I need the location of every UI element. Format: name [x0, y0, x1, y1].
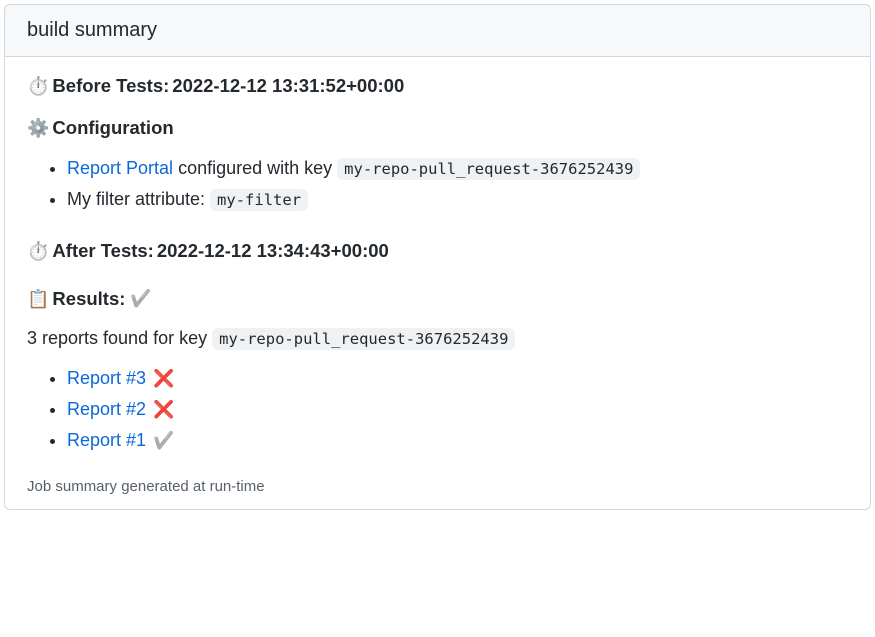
panel-body: ⏱️ Before Tests: 2022-12-12 13:31:52+00:…: [5, 57, 870, 509]
report-link[interactable]: Report #1: [67, 430, 146, 450]
check-icon: ✔️: [130, 289, 151, 309]
found-prefix: 3 reports found for key: [27, 328, 212, 348]
stopwatch-icon: ⏱️: [27, 77, 49, 95]
list-item: Report Portal configured with key my-rep…: [67, 153, 848, 184]
report-link[interactable]: Report #3: [67, 368, 146, 388]
report-portal-link[interactable]: Report Portal: [67, 158, 173, 178]
gear-icon: ⚙️: [27, 119, 49, 137]
cross-icon: ❌: [153, 365, 174, 394]
build-summary-panel: build summary ⏱️ Before Tests: 2022-12-1…: [4, 4, 871, 510]
after-tests-label: After Tests:: [52, 240, 153, 262]
list-item: Report #2 ❌: [67, 394, 848, 425]
before-tests-label: Before Tests:: [52, 75, 169, 97]
check-icon: ✔️: [153, 427, 174, 456]
list-item: My filter attribute: my-filter: [67, 184, 848, 215]
report-link[interactable]: Report #2: [67, 399, 146, 419]
before-tests-timestamp: 2022-12-12 13:31:52+00:00: [172, 75, 404, 97]
results-found-text: 3 reports found for key my-repo-pull_req…: [27, 328, 848, 349]
results-heading: 📋 Results: ✔️: [27, 288, 848, 310]
clipboard-icon: 📋: [27, 290, 49, 308]
after-tests-heading: ⏱️ After Tests: 2022-12-12 13:34:43+00:0…: [27, 240, 848, 262]
results-label: Results:: [52, 288, 125, 310]
config-item-text: My filter attribute:: [67, 189, 210, 209]
filter-code: my-filter: [210, 189, 308, 211]
config-item-text: configured with key: [173, 158, 337, 178]
stopwatch-icon: ⏱️: [27, 242, 49, 260]
configuration-list: Report Portal configured with key my-rep…: [27, 153, 848, 214]
list-item: Report #3 ❌: [67, 363, 848, 394]
list-item: Report #1 ✔️: [67, 425, 848, 456]
after-tests-timestamp: 2022-12-12 13:34:43+00:00: [157, 240, 389, 262]
reports-list: Report #3 ❌ Report #2 ❌ Report #1 ✔️: [27, 363, 848, 456]
cross-icon: ❌: [153, 396, 174, 425]
footer-note: Job summary generated at run-time: [27, 478, 848, 495]
before-tests-heading: ⏱️ Before Tests: 2022-12-12 13:31:52+00:…: [27, 75, 848, 97]
configuration-label: Configuration: [52, 117, 173, 139]
config-key-code: my-repo-pull_request-3676252439: [337, 158, 640, 180]
configuration-heading: ⚙️ Configuration: [27, 117, 848, 139]
panel-title: build summary: [5, 5, 870, 57]
results-key-code: my-repo-pull_request-3676252439: [212, 328, 515, 350]
